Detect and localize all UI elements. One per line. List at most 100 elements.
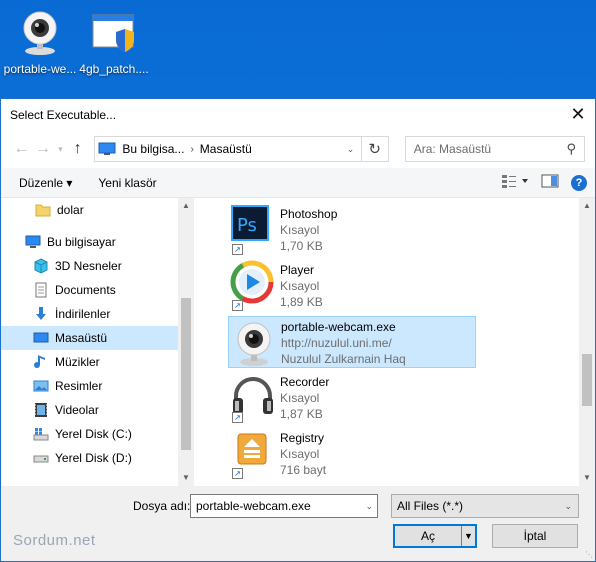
- open-button-label: Aç: [420, 529, 435, 543]
- desktop-icon-portable-webcam[interactable]: portable-we...: [2, 8, 78, 76]
- file-author: Nuzulul Zulkarnain Haq: [281, 352, 406, 366]
- file-item-photoshop[interactable]: Ps ↗ Photoshop Kısayol 1,70 KB: [228, 204, 476, 256]
- sidebar-item-label: Bu bilgisayar: [47, 235, 116, 249]
- file-item-player[interactable]: ↗ Player Kısayol 1,89 KB: [228, 260, 476, 312]
- desktop-icon-label: portable-we...: [3, 62, 77, 76]
- sidebar-item-local-disk-d[interactable]: Yerel Disk (D:): [1, 446, 178, 470]
- file-name: Recorder: [280, 375, 330, 389]
- file-type: Kısayol: [280, 279, 320, 293]
- file-size: 1,70 KB: [280, 239, 323, 253]
- open-split-chevron-icon[interactable]: ▼: [461, 526, 475, 546]
- file-url: http://nuzulul.uni.me/: [281, 336, 392, 350]
- sidebar-item-label: 3D Nesneler: [55, 259, 122, 273]
- webcam-icon: [229, 317, 281, 369]
- search-icon: ⚲: [566, 141, 576, 156]
- file-type-filter-select[interactable]: All Files (*.*) ⌄: [391, 494, 579, 518]
- shortcut-arrow-icon: ↗: [232, 244, 243, 255]
- breadcrumb-desktop[interactable]: Masaüstü: [200, 142, 252, 156]
- dialog-title: Select Executable...: [10, 107, 117, 122]
- svg-text:Ps: Ps: [237, 215, 257, 236]
- preview-pane-icon[interactable]: [541, 174, 559, 191]
- filename-dropdown-chevron-icon[interactable]: ⌄: [365, 495, 373, 517]
- scroll-down-arrow-icon[interactable]: ▼: [178, 470, 194, 486]
- shield-window-icon: [90, 8, 138, 56]
- scroll-up-arrow-icon[interactable]: ▲: [579, 198, 595, 214]
- search-placeholder: Ara: Masaüstü: [413, 142, 492, 156]
- filter-chevron-icon: ⌄: [564, 501, 572, 511]
- new-folder-button[interactable]: Yeni klasör: [98, 176, 156, 190]
- desktop-icon-4gb-patch[interactable]: 4gb_patch....: [76, 8, 152, 76]
- shortcut-arrow-icon: ↗: [232, 412, 243, 423]
- sidebar-item-music[interactable]: Müzikler: [1, 350, 178, 374]
- desktop-icon-label: 4gb_patch....: [79, 62, 149, 76]
- sidebar-item-dolar[interactable]: dolar: [1, 198, 178, 222]
- sidebar-item-desktop[interactable]: Masaüstü: [1, 326, 178, 350]
- computer-icon: [25, 234, 41, 250]
- sidebar-scroll-thumb[interactable]: [181, 298, 191, 450]
- file-size: 1,89 KB: [280, 295, 323, 309]
- sidebar-item-label: Yerel Disk (C:): [55, 427, 132, 441]
- title-bar: Select Executable... ✕: [1, 99, 595, 130]
- resize-grip-icon[interactable]: ⋱: [585, 550, 593, 559]
- monitor-icon: [98, 142, 116, 155]
- sidebar-item-downloads[interactable]: İndirilenler: [1, 302, 178, 326]
- file-list: Ps ↗ Photoshop Kısayol 1,70 KB ↗ Player …: [194, 198, 595, 486]
- close-button[interactable]: ✕: [561, 99, 595, 130]
- shortcut-arrow-icon: ↗: [232, 468, 243, 479]
- sidebar-item-pictures[interactable]: Resimler: [1, 374, 178, 398]
- sidebar-item-local-disk-c[interactable]: Yerel Disk (C:): [1, 422, 178, 446]
- sidebar-item-label: Resimler: [55, 379, 103, 393]
- breadcrumb-this-pc[interactable]: Bu bilgisa...: [122, 142, 184, 156]
- address-bar[interactable]: Bu bilgisa... › Masaüstü ⌄: [94, 136, 362, 162]
- file-dialog: Select Executable... ✕ ← → ▾ ↑ Bu bilgis…: [0, 98, 596, 562]
- sidebar-item-label: Müzikler: [55, 355, 100, 369]
- recent-locations-chevron-icon[interactable]: ▾: [54, 138, 68, 160]
- help-icon[interactable]: ?: [571, 174, 587, 191]
- file-item-recorder[interactable]: ↗ Recorder Kısayol 1,87 KB: [228, 372, 476, 424]
- sidebar-item-documents[interactable]: Documents: [1, 278, 178, 302]
- forward-arrow-icon[interactable]: →: [32, 138, 53, 160]
- media-player-icon: ↗: [228, 260, 280, 312]
- file-name: Player: [280, 263, 315, 277]
- music-icon: [33, 354, 49, 370]
- scroll-up-arrow-icon[interactable]: ▲: [178, 198, 194, 214]
- sidebar-item-3d-objects[interactable]: 3D Nesneler: [1, 254, 178, 278]
- scroll-down-arrow-icon[interactable]: ▼: [579, 470, 595, 486]
- cancel-button[interactable]: İptal: [492, 524, 578, 548]
- sidebar-item-videos[interactable]: Videolar: [1, 398, 178, 422]
- folder-icon: [35, 202, 51, 218]
- sidebar-item-label: Yerel Disk (D:): [55, 451, 132, 465]
- file-type: Kısayol: [280, 391, 320, 405]
- filename-value: portable-webcam.exe: [196, 499, 311, 513]
- file-list-scrollbar[interactable]: ▲ ▼: [579, 198, 595, 486]
- filename-label: Dosya adı:: [133, 499, 191, 513]
- filename-field[interactable]: portable-webcam.exe ⌄: [190, 494, 378, 518]
- file-name: Registry: [280, 431, 325, 445]
- photoshop-icon: Ps ↗: [228, 204, 280, 256]
- webcam-icon: [16, 8, 64, 56]
- sidebar-scrollbar[interactable]: ▲ ▼: [178, 198, 194, 486]
- view-options-icon[interactable]: [501, 174, 529, 191]
- file-list-scroll-thumb[interactable]: [582, 354, 592, 406]
- sidebar-item-this-pc[interactable]: Bu bilgisayar: [1, 230, 178, 254]
- filter-value: All Files (*.*): [397, 499, 464, 513]
- back-arrow-icon[interactable]: ←: [11, 138, 32, 160]
- navigation-pane: dolar Bu bilgisayar 3D Nesneler Document…: [1, 198, 178, 486]
- address-dropdown-chevron-icon[interactable]: ⌄: [341, 144, 361, 155]
- file-item-registry[interactable]: ↗ Registry Kısayol 716 bayt: [228, 428, 476, 480]
- up-arrow-icon[interactable]: ↑: [67, 138, 88, 160]
- breadcrumb-separator-icon[interactable]: ›: [190, 144, 193, 155]
- file-item-portable-webcam[interactable]: portable-webcam.exe http://nuzulul.uni.m…: [228, 316, 476, 368]
- file-type: Kısayol: [280, 447, 320, 461]
- dialog-footer: Dosya adı: portable-webcam.exe ⌄ All Fil…: [1, 486, 595, 561]
- organize-menu-button[interactable]: Düzenle ▾: [19, 176, 72, 190]
- open-button[interactable]: Aç ▼: [393, 524, 477, 548]
- refresh-icon[interactable]: ↻: [361, 136, 389, 162]
- drive-icon: [33, 450, 49, 466]
- cube-icon: [33, 258, 49, 274]
- download-icon: [33, 306, 49, 322]
- sidebar-item-label: Documents: [55, 283, 116, 297]
- registry-icon: ↗: [228, 428, 280, 480]
- search-input[interactable]: Ara: Masaüstü ⚲: [404, 136, 585, 162]
- shortcut-arrow-icon: ↗: [232, 300, 243, 311]
